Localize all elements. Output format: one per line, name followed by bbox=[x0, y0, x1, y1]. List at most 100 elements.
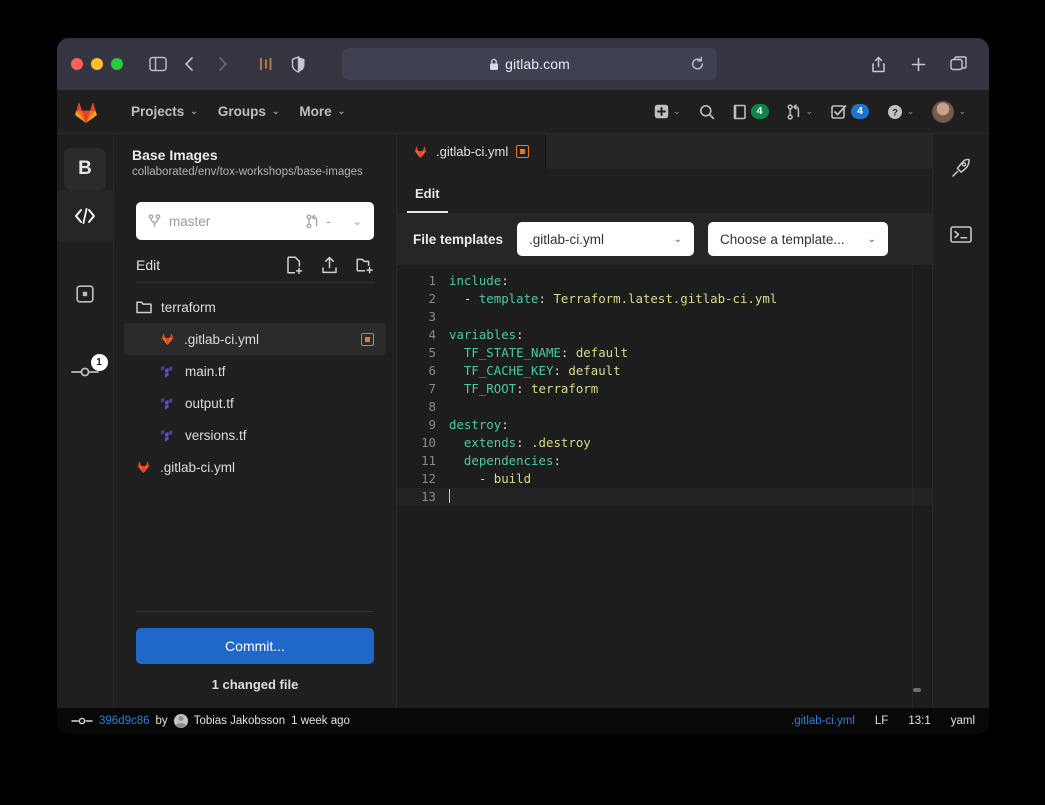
line-number: 10 bbox=[397, 434, 449, 452]
chevron-down-icon: ⌄ bbox=[958, 106, 966, 117]
privacy-shield-icon[interactable] bbox=[285, 51, 311, 77]
new-tab-icon[interactable] bbox=[905, 51, 931, 77]
commit-by-label: by bbox=[156, 715, 168, 727]
activity-edit-button[interactable] bbox=[57, 190, 114, 242]
tree-row-gitlab-ci-yml-root[interactable]: .gitlab-ci.yml bbox=[124, 451, 386, 483]
commit-button[interactable]: Commit... bbox=[136, 628, 374, 664]
status-eol[interactable]: LF bbox=[875, 715, 888, 727]
terraform-file-icon bbox=[160, 428, 176, 442]
editor-tab-gitlab-ci-yml[interactable]: .gitlab-ci.yml bbox=[397, 134, 546, 169]
text-cursor bbox=[449, 489, 450, 503]
tree-row-output-tf[interactable]: output.tf bbox=[124, 387, 386, 419]
search-button[interactable] bbox=[692, 99, 722, 125]
line-number: 9 bbox=[397, 416, 449, 434]
code-line: 3 bbox=[397, 308, 932, 326]
chevron-down-icon: ⌄ bbox=[353, 215, 362, 228]
nav-projects[interactable]: Projects ⌄ bbox=[121, 99, 208, 124]
editor-scrollbar-thumb[interactable] bbox=[913, 688, 921, 692]
reload-icon[interactable] bbox=[690, 57, 705, 72]
code-line: 10 extends: .destroy bbox=[397, 434, 932, 452]
code-text: destroy: bbox=[449, 416, 509, 434]
tab-overview-icon[interactable] bbox=[945, 51, 971, 77]
code-line: 9destroy: bbox=[397, 416, 932, 434]
line-number: 5 bbox=[397, 344, 449, 362]
issues-count-badge: 4 bbox=[751, 104, 769, 119]
editor-subtabs: Edit bbox=[397, 169, 932, 213]
editor-scrollbar[interactable] bbox=[912, 266, 922, 708]
tree-row-terraform[interactable]: terraform bbox=[124, 291, 386, 323]
line-number: 1 bbox=[397, 272, 449, 290]
minimize-window-button[interactable] bbox=[91, 58, 103, 70]
help-button[interactable]: ? ⌄ bbox=[880, 99, 922, 125]
reader-view-icon[interactable] bbox=[253, 51, 279, 77]
nav-more-label: More bbox=[299, 104, 331, 119]
commit-time: 1 week ago bbox=[291, 715, 350, 727]
status-language[interactable]: yaml bbox=[951, 715, 975, 727]
template-type-select[interactable]: .gitlab-ci.yml ⌄ bbox=[517, 222, 694, 256]
merge-requests-button[interactable]: ⌄ bbox=[780, 99, 821, 125]
new-folder-icon[interactable] bbox=[356, 256, 374, 274]
code-text: - template: Terraform.latest.gitlab-ci.y… bbox=[449, 290, 777, 308]
code-line: 12 - build bbox=[397, 470, 932, 488]
editor-tab-label: .gitlab-ci.yml bbox=[436, 144, 508, 159]
back-arrow-icon[interactable] bbox=[177, 51, 203, 77]
tree-row-versions-tf[interactable]: versions.tf bbox=[124, 419, 386, 451]
gitlab-file-icon bbox=[160, 332, 175, 346]
code-lines: 1include:2 - template: Terraform.latest.… bbox=[397, 266, 932, 506]
modified-square-icon[interactable] bbox=[516, 145, 529, 158]
upload-file-icon[interactable] bbox=[321, 256, 338, 274]
forward-arrow-icon[interactable] bbox=[209, 51, 235, 77]
user-menu-button[interactable]: ⌄ bbox=[925, 96, 973, 128]
tree-row-label: versions.tf bbox=[185, 428, 247, 443]
code-editor[interactable]: 1include:2 - template: Terraform.latest.… bbox=[397, 266, 932, 708]
tree-row-label: terraform bbox=[161, 300, 216, 315]
tree-row-label: .gitlab-ci.yml bbox=[184, 332, 259, 347]
branch-selector[interactable]: master - ⌄ bbox=[136, 202, 374, 240]
commit-sha[interactable]: 396d9c86 bbox=[99, 715, 150, 727]
tree-row-main-tf[interactable]: main.tf bbox=[124, 355, 386, 387]
window-controls bbox=[71, 58, 123, 70]
terminal-icon[interactable] bbox=[942, 218, 980, 250]
project-path: collaborated/env/tox-workshops/base-imag… bbox=[132, 164, 363, 180]
commit-author: Tobias Jakobsson bbox=[194, 715, 285, 727]
issues-button[interactable]: 4 bbox=[726, 99, 776, 125]
tab-edit[interactable]: Edit bbox=[407, 186, 448, 213]
close-window-button[interactable] bbox=[71, 58, 83, 70]
code-line: 4variables: bbox=[397, 326, 932, 344]
rocket-pipelines-icon[interactable] bbox=[942, 152, 980, 184]
choose-template-select[interactable]: Choose a template... ⌄ bbox=[708, 222, 888, 256]
editor-pane: .gitlab-ci.yml Edit File templates .gitl… bbox=[397, 134, 932, 708]
tree-row-label: output.tf bbox=[185, 396, 234, 411]
mr-count-group: - bbox=[306, 214, 331, 229]
mr-count: - bbox=[326, 214, 331, 229]
svg-text:?: ? bbox=[892, 107, 898, 118]
gitlab-logo[interactable] bbox=[73, 100, 99, 124]
share-icon[interactable] bbox=[865, 51, 891, 77]
code-line: 2 - template: Terraform.latest.gitlab-ci… bbox=[397, 290, 932, 308]
terraform-file-icon bbox=[160, 396, 176, 410]
browser-window: gitlab.com bbox=[57, 38, 989, 734]
file-tree-title: Edit bbox=[136, 257, 160, 273]
address-bar[interactable]: gitlab.com bbox=[342, 48, 717, 80]
code-line: 5 TF_STATE_NAME: default bbox=[397, 344, 932, 362]
status-file-name[interactable]: .gitlab-ci.yml bbox=[791, 715, 855, 727]
activity-commit-button[interactable]: 1 bbox=[57, 346, 114, 398]
sidebar-toggle-icon[interactable] bbox=[145, 51, 171, 77]
author-avatar bbox=[174, 714, 188, 728]
nav-controls bbox=[145, 51, 311, 77]
commit-divider bbox=[136, 611, 374, 612]
status-cursor-position[interactable]: 13:1 bbox=[908, 715, 930, 727]
line-number: 7 bbox=[397, 380, 449, 398]
terraform-file-icon bbox=[160, 364, 176, 378]
nav-more[interactable]: More ⌄ bbox=[289, 99, 355, 124]
new-file-icon[interactable] bbox=[286, 256, 303, 274]
tree-row-label: .gitlab-ci.yml bbox=[160, 460, 235, 475]
nav-groups[interactable]: Groups ⌄ bbox=[208, 99, 290, 124]
create-new-button[interactable]: ⌄ bbox=[647, 99, 688, 124]
activity-review-button[interactable] bbox=[57, 268, 114, 320]
todos-button[interactable]: 4 bbox=[824, 99, 876, 125]
maximize-window-button[interactable] bbox=[111, 58, 123, 70]
chevron-down-icon: ⌄ bbox=[673, 106, 681, 117]
tree-row-gitlab-ci-yml-nested[interactable]: .gitlab-ci.yml bbox=[124, 323, 386, 355]
chevron-down-icon: ⌄ bbox=[907, 106, 915, 117]
